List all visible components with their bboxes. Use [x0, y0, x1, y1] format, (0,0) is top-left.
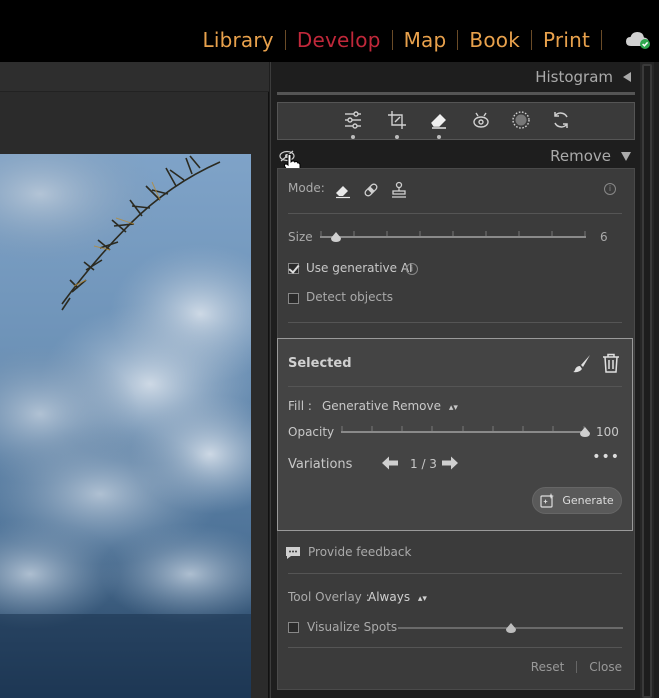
- generate-button-label: Generate: [562, 494, 614, 507]
- remove-panel-body: Mode: i Size 6 Use generative AI i Detec…: [277, 168, 635, 690]
- remove-panel-header[interactable]: Remove: [277, 145, 635, 175]
- size-label: Size: [288, 230, 313, 244]
- generative-ai-info-icon[interactable]: i: [406, 263, 418, 275]
- size-value[interactable]: 6: [600, 230, 608, 244]
- use-generative-ai-checkbox[interactable]: [288, 263, 299, 274]
- detect-objects-checkbox[interactable]: [288, 293, 299, 304]
- divider: [288, 573, 622, 574]
- tool-indicator-dot: [395, 135, 399, 139]
- previous-variation-arrow-icon[interactable]: [381, 455, 399, 471]
- generate-sparkle-icon: [540, 493, 555, 508]
- presets-icon[interactable]: [550, 109, 572, 131]
- divider: [288, 213, 622, 214]
- module-print[interactable]: Print: [543, 28, 590, 52]
- tool-overlay-select[interactable]: Always ▴▾: [368, 590, 427, 604]
- trash-icon[interactable]: [602, 353, 620, 373]
- visualize-spots-slider-thumb[interactable]: [505, 623, 516, 633]
- use-generative-ai-label[interactable]: Use generative AI: [306, 261, 413, 275]
- opacity-slider-thumb[interactable]: [580, 427, 590, 437]
- divider: [288, 322, 622, 323]
- next-variation-arrow-icon[interactable]: [441, 455, 459, 471]
- divider: [288, 647, 622, 648]
- provide-feedback-link[interactable]: Provide feedback: [308, 545, 411, 559]
- size-slider-track: [320, 236, 586, 238]
- histogram-collapsed-bar: [277, 92, 635, 95]
- detect-objects-label[interactable]: Detect objects: [306, 290, 393, 304]
- size-slider-ticks: [320, 231, 586, 236]
- feedback-speech-bubble-icon[interactable]: [285, 546, 301, 560]
- crop-icon[interactable]: [386, 109, 408, 139]
- module-develop[interactable]: Develop: [297, 28, 381, 52]
- opacity-slider[interactable]: [341, 424, 590, 440]
- select-arrows-icon: ▴▾: [448, 403, 458, 413]
- module-separator: [457, 30, 459, 50]
- mode-label: Mode:: [288, 181, 325, 195]
- generate-button[interactable]: Generate: [532, 487, 622, 514]
- reset-button[interactable]: Reset: [531, 660, 565, 674]
- visualize-spots-slider[interactable]: [398, 620, 623, 636]
- tool-strip: [277, 102, 635, 140]
- module-library[interactable]: Library: [203, 28, 274, 52]
- brush-icon[interactable]: [572, 353, 592, 373]
- clone-stamp-icon[interactable]: [390, 181, 408, 199]
- opacity-slider-track: [341, 431, 585, 433]
- visualize-spots-label[interactable]: Visualize Spots: [307, 620, 397, 634]
- module-separator: [530, 30, 532, 50]
- module-separator: [391, 30, 393, 50]
- divider: [288, 386, 622, 387]
- develop-right-panel: Histogram Remove Mode: i Size 6 Use gene…: [270, 62, 659, 698]
- module-separator: [601, 30, 602, 50]
- fill-label: Fill :: [288, 399, 312, 413]
- remove-eraser-icon[interactable]: [428, 109, 450, 139]
- module-picker-bar: Library Develop Map Book Print: [0, 0, 659, 62]
- tool-indicator-dot: [351, 135, 355, 139]
- remove-panel-title: Remove: [550, 147, 611, 165]
- collapse-left-icon[interactable]: [623, 72, 631, 82]
- module-list: Library Develop Map Book Print: [203, 28, 613, 52]
- size-slider[interactable]: [320, 229, 586, 245]
- cloud-sync-icon[interactable]: [625, 30, 651, 50]
- link-separator: [576, 661, 578, 673]
- histogram-header[interactable]: Histogram: [277, 62, 635, 94]
- module-map[interactable]: Map: [404, 28, 447, 52]
- visualize-spots-checkbox[interactable]: [288, 622, 299, 633]
- mode-info-icon[interactable]: i: [604, 183, 616, 195]
- variations-label: Variations: [288, 457, 353, 472]
- tool-overlay-select-value: Always: [368, 590, 411, 604]
- close-button[interactable]: Close: [589, 660, 622, 674]
- histogram-title: Histogram: [535, 68, 613, 86]
- masking-icon[interactable]: [510, 109, 532, 131]
- tool-indicator-dot: [437, 135, 441, 139]
- eraser-icon[interactable]: [334, 181, 352, 199]
- selected-spot-panel: Selected Fill : Generative Remove ▴▾ Opa…: [277, 338, 633, 531]
- opacity-value[interactable]: 100: [596, 425, 619, 439]
- module-book[interactable]: Book: [469, 28, 520, 52]
- photo-preview[interactable]: [0, 154, 251, 698]
- collapse-down-icon[interactable]: [621, 152, 631, 161]
- opacity-slider-ticks: [341, 426, 585, 431]
- red-eye-icon[interactable]: [470, 109, 492, 131]
- edit-sliders-icon[interactable]: [342, 109, 364, 139]
- variations-counter: 1 / 3: [410, 457, 437, 471]
- reset-close-links: Reset Close: [531, 660, 622, 674]
- size-slider-thumb[interactable]: [330, 232, 341, 242]
- fill-select[interactable]: Generative Remove ▴▾: [322, 399, 458, 413]
- select-arrows-icon: ▴▾: [417, 594, 427, 604]
- tool-overlay-label: Tool Overlay :: [288, 590, 370, 604]
- module-separator: [284, 30, 286, 50]
- opacity-label: Opacity: [288, 425, 335, 439]
- selected-title: Selected: [288, 356, 352, 371]
- more-options-icon[interactable]: •••: [592, 449, 620, 465]
- photo-toolbar: [0, 62, 269, 92]
- photo-canvas-area[interactable]: [0, 62, 269, 698]
- panel-scrollbar-thumb[interactable]: [642, 64, 652, 698]
- fill-select-value: Generative Remove: [322, 399, 441, 413]
- heal-bandage-icon[interactable]: [362, 181, 380, 199]
